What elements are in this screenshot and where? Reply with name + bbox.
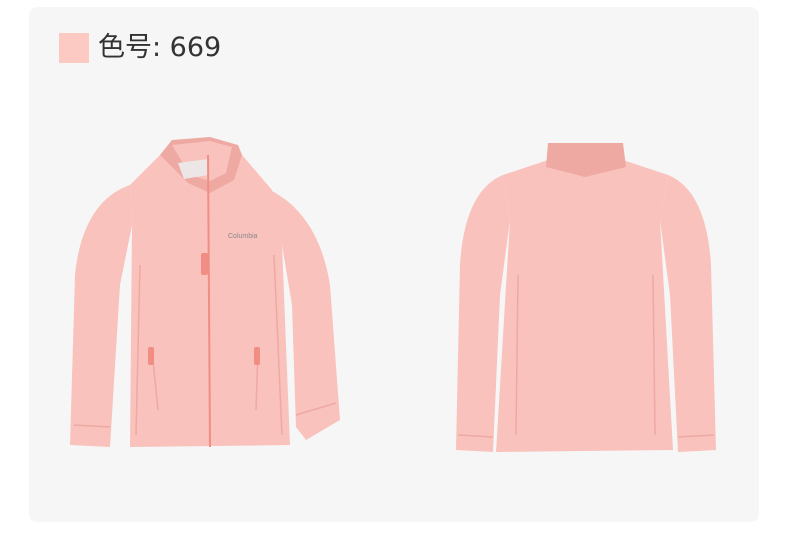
brand-logo: Columbia bbox=[228, 233, 258, 240]
jacket-front-image: Columbia bbox=[60, 135, 360, 465]
color-swatch bbox=[59, 33, 89, 63]
jacket-back-image bbox=[448, 135, 723, 465]
color-code-label: 色号: 669 bbox=[98, 32, 222, 63]
